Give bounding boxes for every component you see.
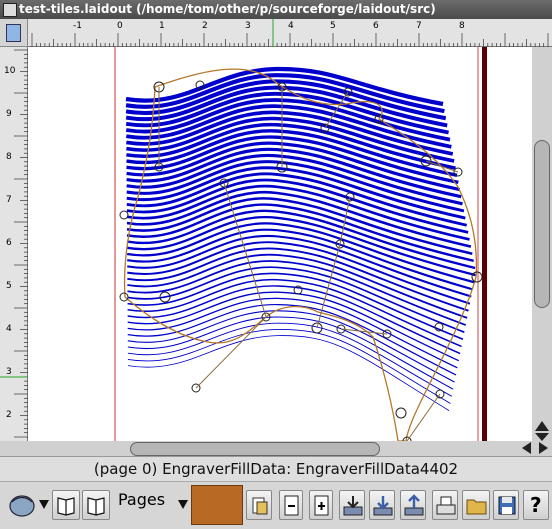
control-handle bbox=[119, 292, 129, 302]
open-folder-icon bbox=[466, 499, 487, 515]
tool-button[interactable] bbox=[246, 490, 272, 520]
page-left-icon bbox=[57, 497, 75, 516]
spread-view-button[interactable] bbox=[6, 488, 38, 522]
download-icon bbox=[373, 496, 393, 516]
vertical-ruler[interactable]: 10 9 8 7 6 5 4 3 2 bbox=[0, 47, 28, 441]
import-icon bbox=[343, 496, 363, 516]
page-right-edge bbox=[482, 47, 487, 441]
control-handle bbox=[119, 210, 129, 220]
save-icon bbox=[498, 496, 516, 515]
control-handle bbox=[395, 407, 407, 419]
v-label: 2 bbox=[6, 410, 12, 420]
help-icon: ? bbox=[530, 493, 542, 517]
h-label: 0 bbox=[117, 21, 123, 31]
bottom-toolbar: Pages ? bbox=[0, 481, 552, 529]
print-button[interactable] bbox=[432, 490, 458, 520]
window-title: test-tiles.laidout (/home/tom/other/p/so… bbox=[19, 2, 436, 16]
previous-page-button[interactable] bbox=[52, 490, 80, 520]
h-label: 2 bbox=[202, 21, 208, 31]
scroll-up-icon bbox=[535, 421, 549, 431]
v-label: 3 bbox=[6, 367, 12, 377]
tool-icon bbox=[252, 497, 268, 515]
v-label: 8 bbox=[6, 152, 12, 162]
upload-icon bbox=[404, 494, 424, 516]
status-bar: (page 0) EngraverFillData: EngraverFillD… bbox=[0, 456, 552, 481]
remove-page-button[interactable] bbox=[279, 490, 303, 520]
h-label: 5 bbox=[330, 21, 336, 31]
import-button[interactable] bbox=[339, 490, 365, 520]
document-canvas[interactable] bbox=[28, 47, 532, 441]
v-label: 5 bbox=[6, 281, 12, 291]
vertical-scrollbar[interactable] bbox=[532, 47, 552, 441]
h-label: 8 bbox=[459, 21, 465, 31]
h-label: -1 bbox=[73, 21, 82, 31]
h-label: 4 bbox=[288, 21, 294, 31]
h-label: 6 bbox=[373, 21, 379, 31]
scroll-down-icon bbox=[535, 433, 549, 441]
help-button[interactable]: ? bbox=[523, 490, 549, 520]
save-button[interactable] bbox=[493, 490, 519, 520]
pages-dropdown-icon[interactable] bbox=[178, 500, 188, 509]
print-icon bbox=[436, 496, 456, 515]
status-text: (page 0) EngraverFillData: EngraverFillD… bbox=[93, 460, 459, 478]
scroll-right-icon bbox=[539, 442, 548, 454]
minus-icon bbox=[284, 495, 299, 516]
h-label: 1 bbox=[159, 21, 165, 31]
window-title-bar[interactable]: test-tiles.laidout (/home/tom/other/p/so… bbox=[0, 0, 552, 19]
h-label: 3 bbox=[245, 21, 251, 31]
control-handle bbox=[471, 271, 483, 283]
v-label: 9 bbox=[6, 109, 12, 119]
v-label: 4 bbox=[6, 324, 12, 334]
open-button[interactable] bbox=[462, 490, 490, 520]
v-label: 10 bbox=[4, 66, 16, 76]
engraver-fill-lines bbox=[125, 66, 476, 411]
color-swatch[interactable] bbox=[191, 485, 243, 525]
plus-icon bbox=[314, 495, 329, 516]
page-right-icon bbox=[87, 497, 105, 516]
app-icon bbox=[3, 3, 17, 17]
pages-selector-label[interactable]: Pages bbox=[118, 490, 165, 520]
export-button[interactable] bbox=[369, 490, 395, 520]
h-label: 7 bbox=[416, 21, 422, 31]
horizontal-ruler[interactable]: -1 0 1 2 3 4 5 6 7 8 bbox=[28, 19, 552, 47]
spread-dropdown-icon[interactable] bbox=[39, 500, 49, 509]
spread-view-icon bbox=[9, 495, 35, 517]
ruler-corner-button[interactable] bbox=[0, 19, 28, 47]
upload-button[interactable] bbox=[400, 490, 426, 520]
horizontal-scrollbar[interactable] bbox=[0, 441, 552, 456]
v-label: 6 bbox=[6, 238, 12, 248]
page-icon bbox=[6, 24, 21, 42]
scroll-left-icon bbox=[522, 442, 531, 454]
next-page-button[interactable] bbox=[82, 490, 110, 520]
add-page-button[interactable] bbox=[309, 490, 333, 520]
v-label: 7 bbox=[6, 195, 12, 205]
